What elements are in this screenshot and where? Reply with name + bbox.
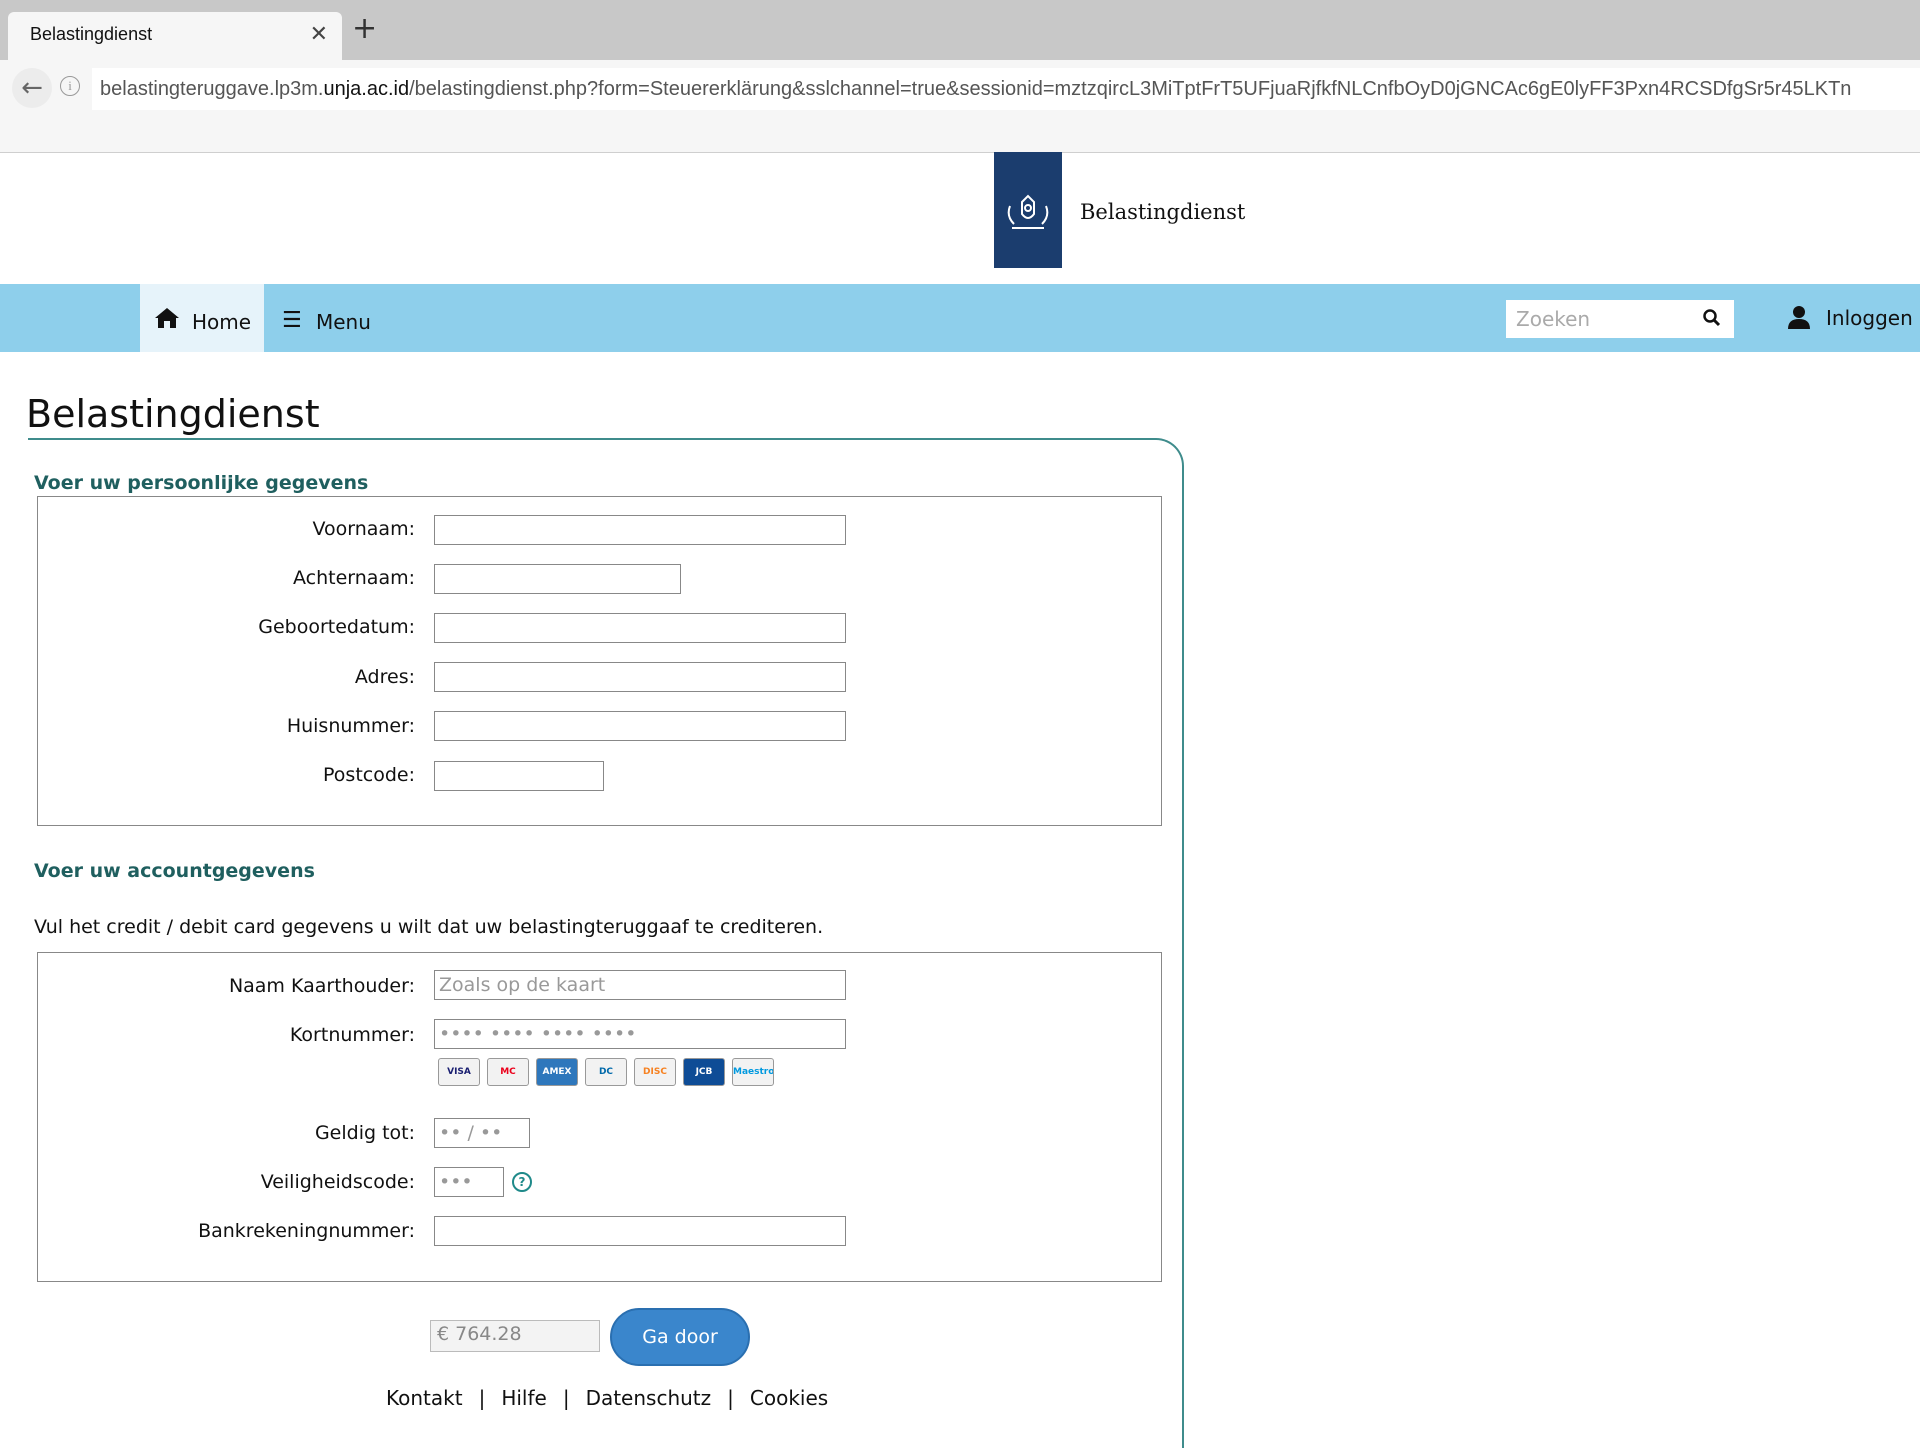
- last-name-label: Achternaam:: [292, 567, 415, 589]
- crest-icon: [1007, 194, 1049, 229]
- hamburger-icon: ☰: [282, 308, 302, 333]
- home-icon: [155, 308, 179, 328]
- footer-separator: |: [727, 1386, 734, 1410]
- continue-button[interactable]: Ga door: [610, 1308, 750, 1366]
- personal-section-title: Voer uw persoonlijke gegevens: [34, 472, 369, 494]
- iban-input[interactable]: [434, 1216, 846, 1246]
- url-text: belastingteruggave.lp3m.unja.ac.id/belas…: [100, 78, 1852, 100]
- page-title: Belastingdienst: [26, 392, 320, 436]
- login-label: Inloggen: [1826, 306, 1913, 330]
- maestro-icon: Maestro: [732, 1058, 774, 1086]
- back-arrow-icon[interactable]: ←: [12, 68, 52, 108]
- birthdate-label: Geboortedatum:: [258, 616, 415, 638]
- cvv-label: Veiligheidscode:: [260, 1171, 415, 1193]
- browser-tab[interactable]: Belastingdienst ✕: [8, 12, 342, 60]
- help-icon[interactable]: ?: [512, 1172, 532, 1192]
- mastercard-icon: MC: [487, 1058, 529, 1086]
- iban-label: Bankrekeningnummer:: [198, 1220, 415, 1242]
- postcode-label: Postcode:: [323, 764, 415, 786]
- diners-club-icon: DC: [585, 1058, 627, 1086]
- first-name-input[interactable]: [434, 515, 846, 545]
- jcb-icon: JCB: [683, 1058, 725, 1086]
- expiry-input[interactable]: [434, 1118, 530, 1148]
- house-number-label: Huisnummer:: [286, 715, 415, 737]
- card-instruction: Vul het credit / debit card gegevens u w…: [34, 916, 824, 938]
- browser-toolbar: ← i belastingteruggave.lp3m.unja.ac.id/b…: [0, 60, 1920, 153]
- new-tab-icon[interactable]: +: [352, 14, 377, 44]
- account-section-title: Voer uw accountgegevens: [34, 860, 315, 882]
- search-box: [1506, 300, 1734, 338]
- logo-text: Belastingdienst: [1080, 200, 1246, 224]
- browser-tabstrip: Belastingdienst ✕ +: [0, 0, 1920, 60]
- crest-logo[interactable]: [994, 152, 1062, 268]
- nav-home-label: Home: [192, 310, 252, 334]
- address-input[interactable]: [434, 662, 846, 692]
- footer-link-kontakt[interactable]: Kontakt: [386, 1386, 463, 1410]
- cardholder-input[interactable]: [434, 970, 846, 1000]
- footer-link-datenschutz[interactable]: Datenschutz: [586, 1386, 712, 1410]
- address-bar[interactable]: belastingteruggave.lp3m.unja.ac.id/belas…: [92, 68, 1920, 110]
- site-info-icon[interactable]: i: [60, 76, 80, 96]
- birthdate-input[interactable]: [434, 613, 846, 643]
- house-number-input[interactable]: [434, 711, 846, 741]
- discover-icon: DISC: [634, 1058, 676, 1086]
- search-input[interactable]: [1506, 300, 1696, 338]
- footer-link-cookies[interactable]: Cookies: [750, 1386, 828, 1410]
- first-name-label: Voornaam:: [312, 518, 416, 540]
- amex-icon: AMEX: [536, 1058, 578, 1086]
- user-icon: [1788, 306, 1810, 329]
- visa-icon: VISA: [438, 1058, 480, 1086]
- nav-menu[interactable]: ☰ Menu: [264, 284, 384, 352]
- search-icon[interactable]: [1702, 308, 1722, 328]
- card-number-input[interactable]: [434, 1019, 846, 1049]
- address-label: Adres:: [354, 666, 415, 688]
- close-tab-icon[interactable]: ✕: [310, 22, 328, 47]
- expiry-label: Geldig tot:: [314, 1122, 415, 1144]
- card-number-label: Kortnummer:: [289, 1024, 415, 1046]
- cvv-input[interactable]: [434, 1167, 504, 1197]
- last-name-input[interactable]: [434, 564, 681, 594]
- nav-bar: Home ☰ Menu Inloggen: [0, 284, 1920, 352]
- footer-separator: |: [478, 1386, 486, 1410]
- tab-title: Belastingdienst: [30, 24, 153, 44]
- footer-separator: |: [562, 1386, 570, 1410]
- footer-links: Kontakt | Hilfe | Datenschutz | Cookies: [386, 1386, 828, 1410]
- postcode-input[interactable]: [434, 761, 604, 791]
- cardholder-label: Naam Kaarthouder:: [228, 975, 415, 997]
- footer-link-hilfe[interactable]: Hilfe: [501, 1386, 547, 1410]
- nav-menu-label: Menu: [316, 310, 371, 334]
- refund-amount: € 764.28: [430, 1320, 600, 1352]
- nav-home[interactable]: Home: [140, 284, 264, 352]
